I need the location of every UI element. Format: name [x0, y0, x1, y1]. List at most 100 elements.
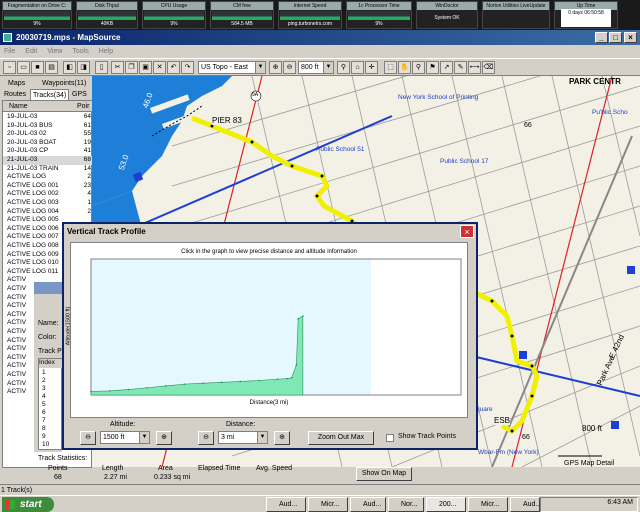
interstate-shield-icon: [627, 266, 635, 274]
track-list-item[interactable]: 19-JUL-03 BUS 61: [3, 122, 93, 131]
taskbar-item[interactable]: Nor...: [388, 497, 424, 512]
taskbar-item[interactable]: Micr...: [468, 497, 508, 512]
track-list-item[interactable]: ACTIVE LOG 001 23: [3, 182, 93, 191]
track-name: ACTIV: [7, 319, 27, 327]
paste-icon[interactable]: ▣: [139, 61, 152, 74]
track-name: ACTIV: [7, 371, 27, 378]
taskbar-item[interactable]: Aud...: [350, 497, 386, 512]
select-tool-icon[interactable]: ⬚: [384, 61, 397, 74]
track-list-item[interactable]: 20-JUL-03 02 55: [3, 130, 93, 139]
tab-gps[interactable]: GPS: [70, 89, 89, 100]
distance-zoom-out-icon[interactable]: ⊖: [198, 431, 214, 445]
zoom-in-icon[interactable]: ⊕: [269, 61, 282, 74]
vertical-profile-dialog: Vertical Track Profile × Click in the gr…: [62, 222, 478, 450]
receive-from-device-icon[interactable]: ◧: [63, 61, 76, 74]
save-icon[interactable]: ■: [31, 61, 44, 74]
chevron-down-icon: ▼: [257, 432, 267, 443]
altitude-point: [202, 382, 204, 385]
track-line[interactable]: [191, 115, 364, 233]
cut-icon[interactable]: ✂: [111, 61, 124, 74]
track-point-index[interactable]: 1: [42, 369, 46, 376]
altitude-zoom-out-icon[interactable]: ⊖: [80, 431, 96, 445]
track-point-index[interactable]: 6: [42, 409, 46, 416]
menu-file[interactable]: File: [4, 48, 15, 55]
device-icon[interactable]: ▯: [95, 61, 108, 74]
open-folder-icon[interactable]: ▭: [17, 61, 30, 74]
new-file-icon[interactable]: ▫: [3, 61, 16, 74]
track-points: 64: [83, 113, 91, 120]
taskbar-item[interactable]: 200...: [426, 497, 466, 512]
track-list-item[interactable]: ACTIVE LOG 003 1: [3, 199, 93, 208]
distance-select[interactable]: 3 mi ▼: [218, 431, 268, 444]
zoom-level-select[interactable]: 800 ft ▼: [298, 61, 334, 74]
measure-icon[interactable]: ⟷: [468, 61, 481, 74]
altitude-select[interactable]: 1500 ft ▼: [100, 431, 150, 444]
map-label-square: quare: [476, 406, 493, 413]
copy-icon[interactable]: ❐: [125, 61, 138, 74]
show-track-points-checkbox[interactable]: [386, 434, 394, 442]
map-scale-label: 800 ft: [582, 424, 603, 433]
maximize-button[interactable]: □: [609, 32, 622, 43]
menu-edit[interactable]: Edit: [25, 48, 37, 55]
close-icon[interactable]: ×: [460, 225, 474, 238]
tab-maps[interactable]: Maps: [6, 78, 27, 89]
track-list-item[interactable]: 19-JUL-03 64: [3, 113, 93, 122]
track-point-index[interactable]: 7: [42, 417, 46, 424]
track-point-index[interactable]: 8: [42, 425, 46, 432]
track-points: 19: [83, 138, 91, 146]
track-list-item[interactable]: 20-JUL-03 CP 41: [3, 147, 93, 156]
menu-tools[interactable]: Tools: [72, 48, 88, 55]
minimize-button[interactable]: _: [595, 32, 608, 43]
find-address-icon[interactable]: ⌂: [351, 61, 364, 74]
track-point-index[interactable]: 10: [42, 441, 49, 448]
column-name[interactable]: Name: [9, 101, 28, 112]
redo-icon[interactable]: ↷: [181, 61, 194, 74]
track-draw-icon[interactable]: ✎: [454, 61, 467, 74]
track-list-item[interactable]: ACTIVE LOG 004 2: [3, 208, 93, 217]
route-tool-icon[interactable]: ↗: [440, 61, 453, 74]
taskbar-item[interactable]: Aud...: [266, 497, 306, 512]
erase-icon[interactable]: ⌫: [482, 61, 495, 74]
track-list-item[interactable]: ACTIVE LOG 002 4: [3, 190, 93, 199]
track-list-item[interactable]: 20-JUL-03 BOAT 19: [3, 139, 93, 148]
profile-plot[interactable]: Click in the graph to view precise dista…: [65, 242, 468, 418]
interstate-shield-icon: [519, 351, 527, 359]
track-point-index[interactable]: 5: [42, 401, 46, 408]
send-to-device-icon[interactable]: ◨: [77, 61, 90, 74]
zoom-out-max-button[interactable]: Zoom Out Max: [308, 431, 374, 445]
print-icon[interactable]: ▤: [45, 61, 58, 74]
hand-tool-icon[interactable]: ✋: [398, 61, 411, 74]
tab-routes[interactable]: Routes: [2, 89, 28, 100]
track-point-index[interactable]: 2: [42, 377, 46, 384]
show-on-map-button[interactable]: Show On Map: [356, 467, 412, 481]
altitude-point: [302, 315, 304, 317]
stats-length-value: 2.27 mi: [104, 474, 127, 481]
find-intersection-icon[interactable]: ✛: [365, 61, 378, 74]
zoom-tool-icon[interactable]: ⚲: [412, 61, 425, 74]
map-product-select[interactable]: US Topo - East ▼: [198, 61, 266, 74]
track-list-item[interactable]: 21-JUL-03 68: [3, 156, 93, 165]
altitude-zoom-in-icon[interactable]: ⊕: [156, 431, 172, 445]
tab-tracks[interactable]: Tracks(34): [30, 89, 70, 100]
track-point-index[interactable]: 4: [42, 393, 46, 400]
menu-help[interactable]: Help: [99, 48, 113, 55]
find-icon[interactable]: ⚲: [337, 61, 350, 74]
column-points[interactable]: Poir: [77, 101, 89, 112]
taskbar-item[interactable]: Aud...: [510, 497, 540, 512]
track-list-item[interactable]: 21-JUL-03 TRAIN 14: [3, 165, 93, 174]
track-point-index[interactable]: 3: [42, 385, 46, 392]
taskbar-item[interactable]: Micr...: [308, 497, 348, 512]
undo-icon[interactable]: ↶: [167, 61, 180, 74]
altitude-point: [164, 385, 167, 387]
delete-icon[interactable]: ✕: [153, 61, 166, 74]
distance-zoom-in-icon[interactable]: ⊕: [274, 431, 290, 445]
track-point-index[interactable]: 9: [42, 433, 46, 440]
zoom-out-icon[interactable]: ⊖: [283, 61, 296, 74]
waypoint-tool-icon[interactable]: ⚑: [426, 61, 439, 74]
map-label-ny-school: New York School of Printing: [398, 94, 479, 101]
tab-waypoints[interactable]: Waypoints(11): [40, 78, 88, 89]
column-index[interactable]: Index: [39, 359, 63, 368]
menu-view[interactable]: View: [47, 48, 62, 55]
close-button[interactable]: ×: [624, 32, 637, 43]
track-list-item[interactable]: ACTIVE LOG 2: [3, 173, 93, 182]
